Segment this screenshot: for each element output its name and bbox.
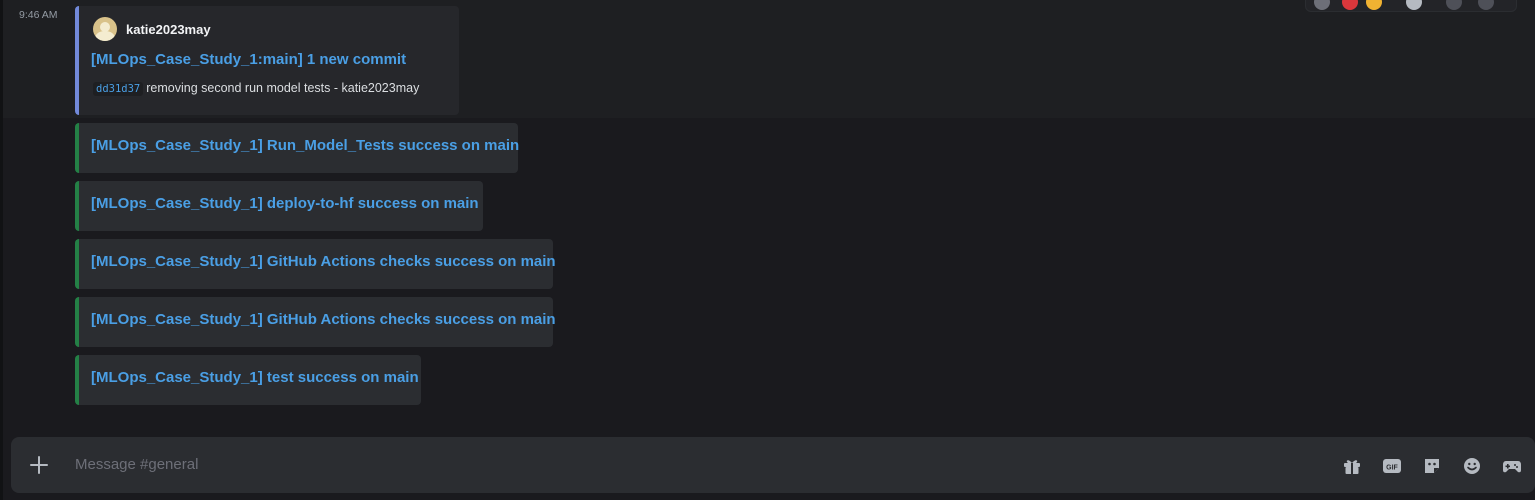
emoji-reaction-icon[interactable]: [1366, 0, 1382, 10]
super-reaction-icon[interactable]: [1342, 0, 1358, 10]
plus-icon[interactable]: [27, 453, 51, 477]
sticker-icon[interactable]: [1422, 456, 1442, 476]
commit-hash-link[interactable]: dd31d37: [93, 82, 144, 96]
status-embed-title-link[interactable]: [MLOps_Case_Study_1] GitHub Actions chec…: [91, 253, 556, 270]
gif-icon[interactable]: GIF: [1382, 456, 1402, 476]
commit-embed: katie2023may [MLOps_Case_Study_1:main] 1…: [75, 6, 459, 115]
status-embed: [MLOps_Case_Study_1] Run_Model_Tests suc…: [75, 123, 519, 173]
apps-icon[interactable]: [1502, 456, 1522, 476]
embed-author[interactable]: katie2023may: [93, 17, 211, 41]
commit-message: removing second run model tests - katie2…: [146, 81, 420, 95]
message-timestamp: 9:46 AM: [19, 9, 58, 21]
status-embed: [MLOps_Case_Study_1] test success on mai…: [75, 355, 421, 405]
avatar[interactable]: [93, 17, 117, 41]
commit-line: dd31d37 removing second run model tests -…: [93, 81, 420, 96]
forward-icon[interactable]: [1446, 0, 1462, 10]
status-embed-title-link[interactable]: [MLOps_Case_Study_1] deploy-to-hf succes…: [91, 195, 479, 212]
more-options-icon[interactable]: [1478, 0, 1494, 10]
message-composer: GIF: [11, 437, 1535, 493]
gift-icon[interactable]: [1342, 456, 1362, 476]
status-embed-title-link[interactable]: [MLOps_Case_Study_1] Run_Model_Tests suc…: [91, 137, 519, 154]
status-embed-title-link[interactable]: [MLOps_Case_Study_1] GitHub Actions chec…: [91, 311, 556, 328]
emoji-icon[interactable]: [1462, 456, 1482, 476]
reply-icon[interactable]: [1406, 0, 1422, 10]
message-actions-toolbar[interactable]: [1305, 0, 1517, 12]
commit-embed-title-link[interactable]: [MLOps_Case_Study_1:main] 1 new commit: [91, 51, 406, 68]
embed-author-name[interactable]: katie2023may: [126, 22, 211, 37]
message-input[interactable]: [75, 456, 1275, 473]
svg-text:GIF: GIF: [1386, 465, 1398, 472]
status-embed: [MLOps_Case_Study_1] GitHub Actions chec…: [75, 239, 556, 289]
status-embed: [MLOps_Case_Study_1] deploy-to-hf succes…: [75, 181, 483, 231]
status-embed: [MLOps_Case_Study_1] GitHub Actions chec…: [75, 297, 556, 347]
reaction-icon[interactable]: [1314, 0, 1330, 10]
status-embed-title-link[interactable]: [MLOps_Case_Study_1] test success on mai…: [91, 369, 419, 386]
